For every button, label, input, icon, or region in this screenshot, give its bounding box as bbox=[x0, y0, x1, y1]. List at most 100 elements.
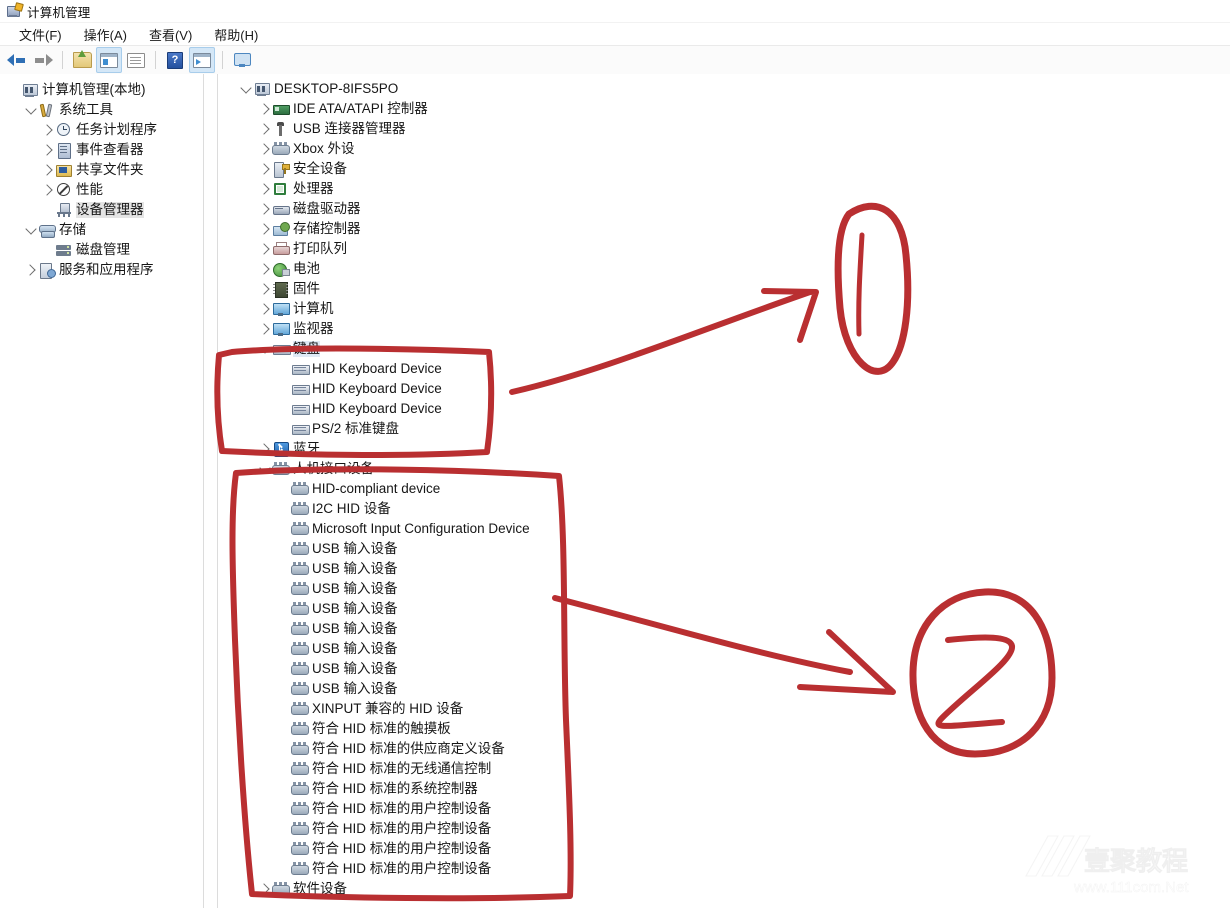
properties-button[interactable] bbox=[124, 48, 148, 72]
chevron-right-icon[interactable] bbox=[40, 140, 55, 160]
device-tree-row[interactable]: IDE ATA/ATAPI 控制器 bbox=[218, 99, 1230, 119]
chevron-down-icon[interactable] bbox=[257, 459, 272, 479]
chevron-right-icon[interactable] bbox=[23, 260, 38, 280]
device-tree-row[interactable]: 符合 HID 标准的触摸板 bbox=[218, 719, 1230, 739]
forward-button[interactable] bbox=[31, 48, 55, 72]
chevron-right-icon[interactable] bbox=[257, 239, 272, 259]
console-tree-row[interactable]: 磁盘管理 bbox=[0, 240, 203, 260]
device-tree-row[interactable]: 符合 HID 标准的用户控制设备 bbox=[218, 819, 1230, 839]
console-tree-pane[interactable]: 计算机管理(本地) 系统工具 任务计划程序 事件查看器 共享文件夹 性能 设备管理器 存储 磁盘… bbox=[0, 74, 203, 908]
chevron-down-icon[interactable] bbox=[23, 220, 38, 240]
device-tree-row[interactable]: 符合 HID 标准的用户控制设备 bbox=[218, 799, 1230, 819]
device-tree-row[interactable]: 磁盘驱动器 bbox=[218, 199, 1230, 219]
icon-slot bbox=[21, 82, 38, 98]
chevron-right-icon[interactable] bbox=[257, 879, 272, 899]
device-tree-row[interactable]: 软件设备 bbox=[218, 879, 1230, 899]
chevron-right-icon[interactable] bbox=[257, 139, 272, 159]
action-pane-button[interactable] bbox=[189, 47, 215, 73]
console-tree-row[interactable]: 事件查看器 bbox=[0, 140, 203, 160]
tree-expander-spacer bbox=[276, 539, 291, 559]
device-tree-row[interactable]: 人机接口设备 bbox=[218, 459, 1230, 479]
device-tree-row[interactable]: 电池 bbox=[218, 259, 1230, 279]
menu-view[interactable]: 查看(V) bbox=[138, 23, 203, 46]
chevron-right-icon[interactable] bbox=[257, 439, 272, 459]
device-tree-row[interactable]: USB 输入设备 bbox=[218, 559, 1230, 579]
device-tree-row[interactable]: USB 输入设备 bbox=[218, 679, 1230, 699]
menu-help[interactable]: 帮助(H) bbox=[203, 23, 269, 46]
device-tree-row[interactable]: I2C HID 设备 bbox=[218, 499, 1230, 519]
device-tree-row[interactable]: 监视器 bbox=[218, 319, 1230, 339]
chevron-down-icon[interactable] bbox=[257, 339, 272, 359]
device-tree-row[interactable]: USB 输入设备 bbox=[218, 539, 1230, 559]
device-tree-row[interactable]: USB 输入设备 bbox=[218, 599, 1230, 619]
device-tree-row[interactable]: 打印队列 bbox=[218, 239, 1230, 259]
device-tree-row[interactable]: USB 输入设备 bbox=[218, 659, 1230, 679]
console-tree-row[interactable]: 设备管理器 bbox=[0, 200, 203, 220]
chevron-right-icon[interactable] bbox=[257, 159, 272, 179]
device-tree-row[interactable]: DESKTOP-8IFS5PO bbox=[218, 79, 1230, 99]
device-tree-row[interactable]: PS/2 标准键盘 bbox=[218, 419, 1230, 439]
back-button[interactable] bbox=[5, 48, 29, 72]
chevron-right-icon[interactable] bbox=[257, 199, 272, 219]
shared-folder-icon bbox=[55, 163, 72, 178]
device-tree-row[interactable]: 安全设备 bbox=[218, 159, 1230, 179]
device-tree-row[interactable]: HID Keyboard Device bbox=[218, 359, 1230, 379]
help-button[interactable]: ? bbox=[163, 48, 187, 72]
chevron-right-icon[interactable] bbox=[257, 299, 272, 319]
device-tree-row[interactable]: HID-compliant device bbox=[218, 479, 1230, 499]
chevron-right-icon[interactable] bbox=[257, 319, 272, 339]
chevron-right-icon[interactable] bbox=[257, 179, 272, 199]
device-tree-row[interactable]: HID Keyboard Device bbox=[218, 379, 1230, 399]
chevron-right-icon[interactable] bbox=[257, 99, 272, 119]
device-tree-row[interactable]: USB 输入设备 bbox=[218, 579, 1230, 599]
device-tree-row[interactable]: 符合 HID 标准的无线通信控制 bbox=[218, 759, 1230, 779]
console-tree-row[interactable]: 共享文件夹 bbox=[0, 160, 203, 180]
device-tree-row[interactable]: USB 输入设备 bbox=[218, 619, 1230, 639]
console-tree-row[interactable]: 性能 bbox=[0, 180, 203, 200]
hid-device-icon bbox=[291, 642, 309, 656]
device-tree-row[interactable]: 符合 HID 标准的用户控制设备 bbox=[218, 859, 1230, 879]
up-one-level-button[interactable] bbox=[70, 48, 94, 72]
device-tree-label: HID Keyboard Device bbox=[312, 381, 442, 396]
device-tree-row[interactable]: 计算机 bbox=[218, 299, 1230, 319]
console-tree-row[interactable]: 服务和应用程序 bbox=[0, 260, 203, 280]
device-tree-row[interactable]: USB 输入设备 bbox=[218, 639, 1230, 659]
tree-expander-spacer bbox=[276, 759, 291, 779]
chevron-right-icon[interactable] bbox=[40, 120, 55, 140]
chevron-right-icon[interactable] bbox=[257, 119, 272, 139]
chevron-right-icon[interactable] bbox=[257, 259, 272, 279]
device-tree-row[interactable]: 固件 bbox=[218, 279, 1230, 299]
chevron-right-icon[interactable] bbox=[40, 160, 55, 180]
chevron-right-icon[interactable] bbox=[40, 180, 55, 200]
device-tree-row[interactable]: 符合 HID 标准的系统控制器 bbox=[218, 779, 1230, 799]
device-tree-row[interactable]: USB 连接器管理器 bbox=[218, 119, 1230, 139]
chevron-right-icon[interactable] bbox=[257, 279, 272, 299]
pane-splitter[interactable] bbox=[203, 74, 218, 908]
console-tree-row[interactable]: 计算机管理(本地) bbox=[0, 80, 203, 100]
menu-action[interactable]: 操作(A) bbox=[73, 23, 138, 46]
hid-device-icon bbox=[272, 882, 290, 896]
device-tree-row[interactable]: 存储控制器 bbox=[218, 219, 1230, 239]
device-tree-row[interactable]: XINPUT 兼容的 HID 设备 bbox=[218, 699, 1230, 719]
device-tree-row[interactable]: 蓝牙 bbox=[218, 439, 1230, 459]
back-arrow-icon bbox=[7, 52, 27, 68]
device-tree-row[interactable]: 处理器 bbox=[218, 179, 1230, 199]
device-tree-row[interactable]: HID Keyboard Device bbox=[218, 399, 1230, 419]
show-hide-console-tree-button[interactable] bbox=[96, 47, 122, 73]
device-tree-row[interactable]: 键盘 bbox=[218, 339, 1230, 359]
console-tree-row[interactable]: 系统工具 bbox=[0, 100, 203, 120]
console-tree-row[interactable]: 存储 bbox=[0, 220, 203, 240]
menu-file[interactable]: 文件(F) bbox=[8, 23, 73, 46]
services-and-applications-icon bbox=[39, 262, 56, 279]
remote-connect-button[interactable] bbox=[230, 48, 254, 72]
icon-slot bbox=[291, 641, 309, 657]
device-manager-tree-pane[interactable]: DESKTOP-8IFS5PO IDE ATA/ATAPI 控制器 USB 连接器管… bbox=[218, 74, 1230, 908]
chevron-down-icon[interactable] bbox=[23, 100, 38, 120]
console-tree-row[interactable]: 任务计划程序 bbox=[0, 120, 203, 140]
device-tree-row[interactable]: 符合 HID 标准的供应商定义设备 bbox=[218, 739, 1230, 759]
device-tree-row[interactable]: Microsoft Input Configuration Device bbox=[218, 519, 1230, 539]
chevron-down-icon[interactable] bbox=[238, 79, 253, 99]
device-tree-row[interactable]: 符合 HID 标准的用户控制设备 bbox=[218, 839, 1230, 859]
chevron-right-icon[interactable] bbox=[257, 219, 272, 239]
device-tree-row[interactable]: Xbox 外设 bbox=[218, 139, 1230, 159]
